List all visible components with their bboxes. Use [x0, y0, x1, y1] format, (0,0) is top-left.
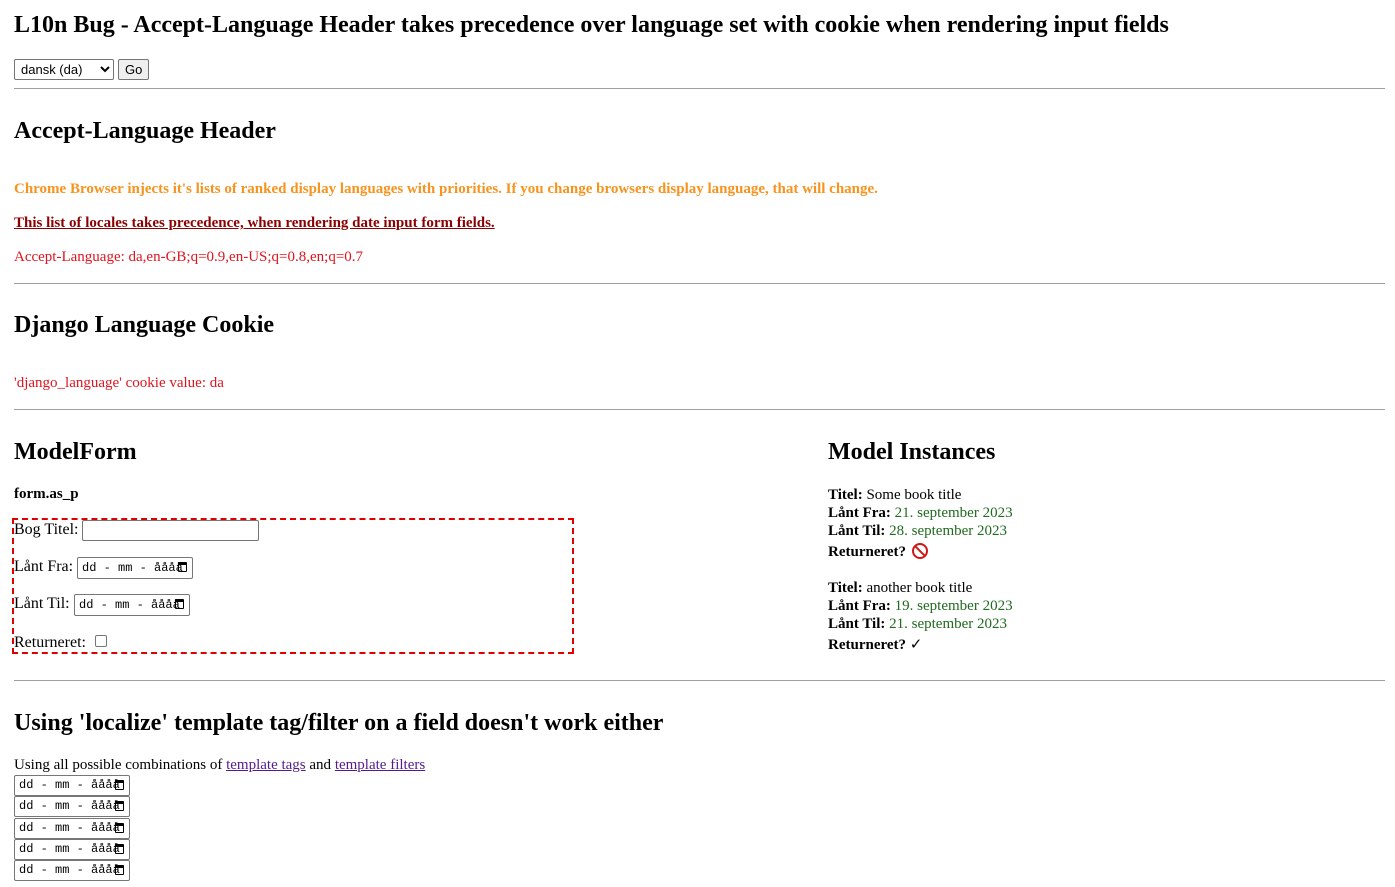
calendar-icon[interactable] — [115, 823, 124, 833]
template-filters-link[interactable]: template filters — [335, 757, 425, 773]
instance-from-label: Lånt Fra: — [828, 505, 891, 521]
localize-date-input[interactable]: dd - mm - åååå — [14, 818, 130, 839]
returned-label: Returneret: — [14, 634, 86, 651]
from-date-placeholder: dd - mm - åååå — [82, 561, 183, 575]
instance-to-label: Lånt Til: — [828, 523, 886, 539]
title-input[interactable] — [82, 520, 259, 541]
localize-date-input[interactable]: dd - mm - åååå — [14, 796, 130, 817]
to-date-placeholder: dd - mm - åååå — [79, 598, 180, 612]
to-label: Lånt Til: — [14, 595, 70, 612]
check-mark-icon: ✓ — [909, 637, 923, 653]
instance-from-row: Lånt Fra: 19. september 2023 — [828, 597, 1013, 615]
instance-title-label: Titel: — [828, 580, 863, 596]
to-date-input[interactable]: dd - mm - åååå — [74, 594, 190, 616]
divider — [14, 680, 1385, 681]
instance-title-label: Titel: — [828, 487, 863, 503]
template-tags-link[interactable]: template tags — [226, 757, 306, 773]
calendar-icon[interactable] — [115, 801, 124, 811]
instance-title: Some book title — [866, 487, 962, 503]
accept-language-info: Chrome Browser injects it's lists of ran… — [14, 181, 878, 197]
localize-intro-text: Using all possible combinations of — [14, 757, 223, 773]
calendar-icon[interactable] — [175, 599, 184, 609]
divider — [14, 283, 1385, 284]
instance-returned-row: Returneret? ✓ — [828, 636, 1013, 654]
localize-and-text: and — [309, 757, 332, 773]
from-label: Lånt Fra: — [14, 558, 74, 575]
accept-language-heading: Accept-Language Header — [14, 118, 276, 144]
date-placeholder: dd - mm - åååå — [19, 863, 120, 877]
accept-language-warning: This list of locales takes precedence, w… — [14, 215, 495, 231]
page-title: L10n Bug - Accept-Language Header takes … — [14, 12, 1169, 38]
calendar-icon[interactable] — [178, 562, 187, 572]
calendar-icon[interactable] — [115, 844, 124, 854]
instance-returned-label: Returneret? — [828, 637, 907, 653]
date-placeholder: dd - mm - åååå — [19, 778, 120, 792]
instance-to-label: Lånt Til: — [828, 616, 886, 632]
instance-to-row: Lånt Til: 21. september 2023 — [828, 615, 1013, 633]
model-instances-heading: Model Instances — [828, 439, 996, 465]
date-placeholder: dd - mm - åååå — [19, 821, 120, 835]
instance-card: Titel: another book title Lånt Fra: 19. … — [828, 579, 1013, 654]
date-placeholder: dd - mm - åååå — [19, 842, 120, 856]
no-entry-icon — [911, 543, 928, 559]
divider — [14, 88, 1385, 89]
instance-returned-row: Returneret? — [828, 543, 1013, 561]
title-label: Bog Titel: — [14, 521, 79, 538]
localize-date-input[interactable]: dd - mm - åååå — [14, 775, 130, 796]
date-placeholder: dd - mm - åååå — [19, 799, 120, 813]
calendar-icon[interactable] — [115, 780, 124, 790]
instance-returned-label: Returneret? — [828, 544, 907, 560]
localize-date-input[interactable]: dd - mm - åååå — [14, 839, 130, 860]
language-select[interactable]: dansk (da) — [14, 59, 114, 80]
returned-checkbox[interactable] — [95, 635, 107, 647]
accept-language-value: Accept-Language: da,en-GB;q=0.9,en-US;q=… — [14, 249, 364, 265]
model-form-heading: ModelForm — [14, 439, 137, 465]
instance-to-row: Lånt Til: 28. september 2023 — [828, 522, 1013, 540]
from-date-input[interactable]: dd - mm - åååå — [77, 557, 193, 579]
go-button[interactable]: Go — [118, 59, 150, 80]
localize-heading: Using 'localize' template tag/filter on … — [14, 710, 664, 736]
instance-card: Titel: Some book title Lånt Fra: 21. sep… — [828, 486, 1013, 561]
model-form-subheading: form.as_p — [14, 486, 79, 502]
instance-to: 21. september 2023 — [889, 616, 1008, 632]
divider — [14, 409, 1385, 410]
instance-title-row: Titel: another book title — [828, 579, 1013, 597]
cookie-heading: Django Language Cookie — [14, 312, 275, 338]
localize-intro: Using all possible combinations of templ… — [14, 757, 425, 774]
cookie-value: 'django_language' cookie value: da — [14, 375, 224, 391]
instance-to: 28. september 2023 — [889, 523, 1008, 539]
instance-from: 21. september 2023 — [894, 505, 1013, 521]
instance-title-row: Titel: Some book title — [828, 486, 1013, 504]
instance-from: 19. september 2023 — [894, 598, 1013, 614]
calendar-icon[interactable] — [115, 865, 124, 875]
instance-from-label: Lånt Fra: — [828, 598, 891, 614]
instance-from-row: Lånt Fra: 21. september 2023 — [828, 504, 1013, 522]
instance-title: another book title — [866, 580, 973, 596]
localize-date-input[interactable]: dd - mm - åååå — [14, 860, 130, 881]
